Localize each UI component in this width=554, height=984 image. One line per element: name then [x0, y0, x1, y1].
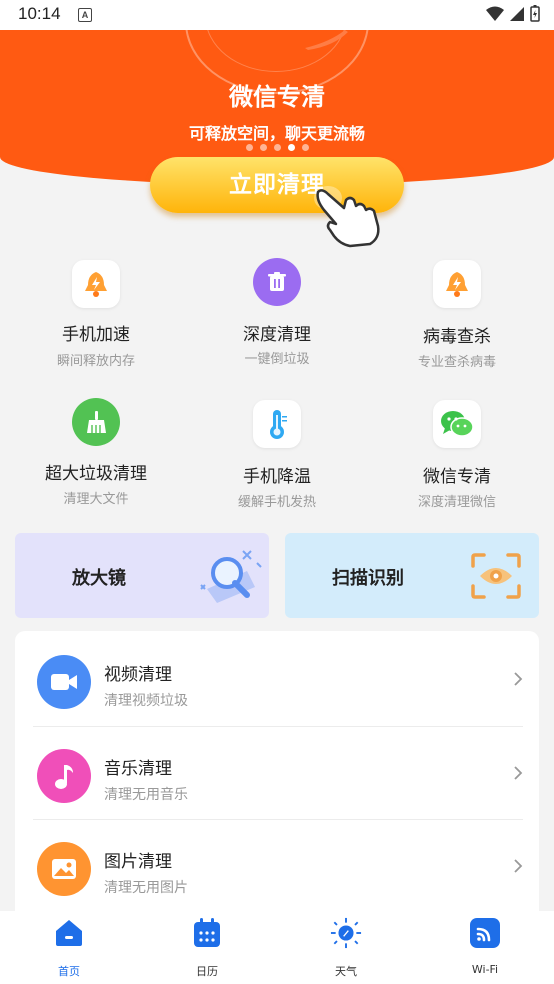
list-item-video[interactable]: 视频清理 清理视频垃圾 [15, 633, 539, 726]
nav-tab-home[interactable]: 首页 [0, 911, 138, 984]
tool-subtitle: 深度清理微信 [417, 495, 496, 510]
battery-icon [530, 5, 540, 22]
clean-category-list: 视频清理 清理视频垃圾 音乐清理 清理无用音乐 图片清理 清理无用图片 [15, 631, 539, 911]
nav-label: 首页 [58, 965, 80, 978]
tool-subtitle: 瞬间释放内存 [56, 354, 135, 369]
thermometer-icon [253, 400, 301, 448]
wifi-signal-icon [486, 6, 504, 21]
status-icons [486, 5, 540, 22]
home-icon [53, 917, 85, 949]
tool-item-speedup[interactable]: 手机加速 瞬间释放内存 [16, 258, 176, 373]
carousel-dots[interactable] [0, 144, 554, 151]
tool-item-antivirus[interactable]: 病毒查杀 专业查杀病毒 [377, 258, 537, 373]
music-icon [37, 749, 91, 803]
tool-title: 超大垃圾清理 [45, 464, 147, 484]
tool-title: 手机加速 [62, 325, 130, 345]
carousel-dot[interactable] [259, 144, 267, 151]
carousel-dot[interactable] [301, 144, 309, 151]
nav-tab-weather[interactable]: 天气 [277, 911, 415, 984]
carousel-dot[interactable] [273, 144, 281, 151]
wechat-icon [433, 400, 481, 448]
nav-label: 日历 [196, 965, 218, 978]
list-item-music[interactable]: 音乐清理 清理无用音乐 [15, 727, 539, 820]
nav-tab-wifi[interactable]: Wi-Fi [416, 911, 554, 984]
list-item-title: 图片清理 [104, 852, 172, 872]
tool-item-large-files[interactable]: 超大垃圾清理 清理大文件 [16, 398, 176, 513]
nav-label: 天气 [335, 965, 357, 978]
wifi-icon [469, 917, 501, 949]
tool-subtitle: 清理大文件 [63, 492, 129, 507]
image-icon [37, 842, 91, 896]
tap-hand-icon [314, 186, 380, 248]
shield-bell-icon [433, 260, 481, 308]
magnifier-icon [200, 550, 262, 603]
notification-badge-icon: A [78, 8, 92, 22]
list-item-subtitle: 清理无用图片 [104, 880, 188, 896]
trash-icon [253, 258, 301, 306]
cell-signal-icon [510, 6, 524, 21]
hero-arc-highlight-icon [305, 30, 348, 50]
tool-title: 深度清理 [243, 325, 311, 345]
list-item-subtitle: 清理无用音乐 [104, 787, 188, 803]
nav-tab-calendar[interactable]: 日历 [138, 911, 276, 984]
scan-card-label: 扫描识别 [332, 568, 404, 589]
tool-subtitle: 缓解手机发热 [237, 495, 316, 510]
scan-card[interactable]: 扫描识别 [285, 533, 539, 618]
rocket-bell-icon [72, 260, 120, 308]
magnifier-card[interactable]: 放大镜 [15, 533, 269, 618]
chevron-right-icon [514, 859, 523, 873]
hero-title: 微信专清 [229, 83, 325, 111]
weather-compass-icon [330, 917, 362, 949]
chevron-right-icon [514, 766, 523, 780]
list-item-subtitle: 清理视频垃圾 [104, 693, 188, 709]
nav-label: Wi-Fi [471, 963, 499, 976]
chevron-right-icon [514, 672, 523, 686]
calendar-icon [191, 917, 223, 949]
video-icon [37, 655, 91, 709]
magnifier-card-label: 放大镜 [72, 568, 126, 589]
tool-title: 病毒查杀 [423, 327, 491, 347]
tool-item-wechat-clean[interactable]: 微信专清 深度清理微信 [377, 398, 537, 513]
tool-title: 手机降温 [243, 467, 311, 487]
bottom-nav: 首页 日历 天气 Wi-Fi [0, 911, 554, 984]
tool-item-cooldown[interactable]: 手机降温 缓解手机发热 [197, 398, 357, 513]
list-item-image[interactable]: 图片清理 清理无用图片 [15, 820, 539, 911]
tool-title: 微信专清 [423, 467, 491, 487]
scan-eye-icon [471, 553, 521, 599]
tool-item-deep-clean[interactable]: 深度清理 一键倒垃圾 [197, 258, 357, 373]
tool-subtitle: 专业查杀病毒 [417, 355, 496, 370]
list-item-title: 视频清理 [104, 665, 172, 685]
status-time: 10:14 [18, 4, 61, 23]
list-item-title: 音乐清理 [104, 759, 172, 779]
broom-icon [72, 398, 120, 446]
tool-subtitle: 一键倒垃圾 [244, 352, 310, 367]
carousel-dot[interactable] [245, 144, 253, 151]
hero-subtitle: 可释放空间，聊天更流畅 [188, 124, 365, 143]
carousel-dot-active[interactable] [287, 144, 295, 151]
status-bar: 10:14 A [0, 0, 554, 30]
